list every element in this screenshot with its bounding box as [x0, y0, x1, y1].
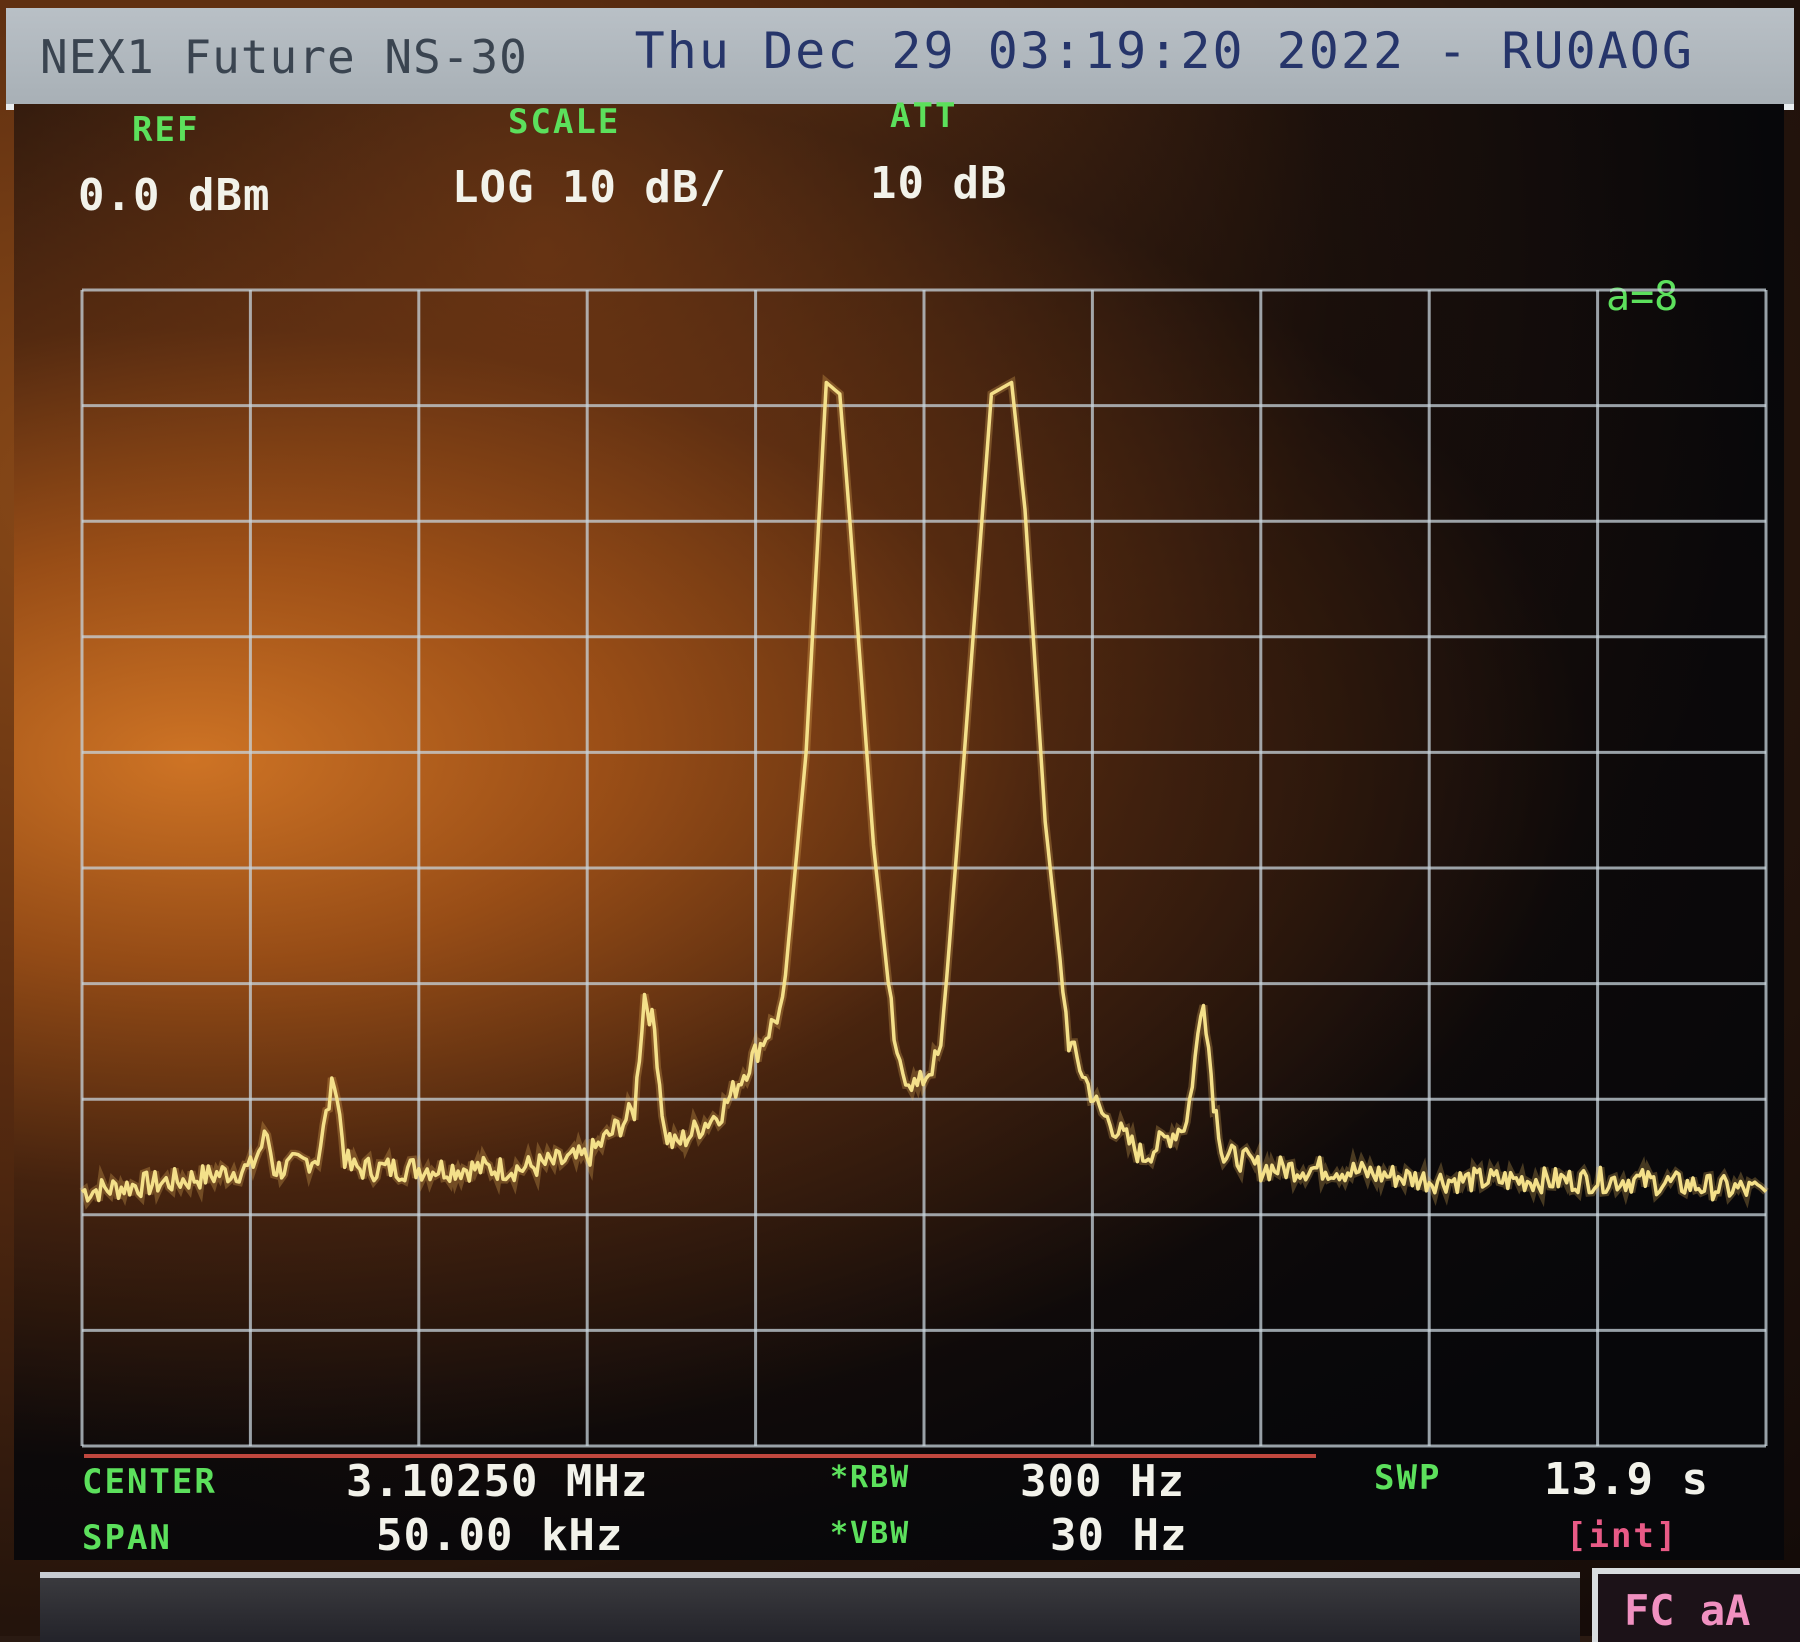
- graticule: [80, 288, 1768, 1448]
- softkey-label: FC aA: [1624, 1586, 1751, 1635]
- softkey-indicator[interactable]: FC aA: [1592, 1568, 1800, 1642]
- span-label: SPAN: [82, 1518, 172, 1558]
- center-frequency-value: 3.10250 MHz: [346, 1456, 649, 1507]
- rbw-value: 300 Hz: [1020, 1456, 1185, 1507]
- vbw-value: 30 Hz: [1050, 1510, 1188, 1561]
- span-value: 50.00 kHz: [376, 1510, 624, 1561]
- rbw-label: *RBW: [830, 1460, 911, 1495]
- softkey-strip: [40, 1572, 1580, 1642]
- sweep-time-value: 13.9 s: [1544, 1454, 1709, 1505]
- center-label: CENTER: [82, 1462, 217, 1502]
- spectrum-plot: [79, 288, 1769, 1448]
- vbw-label: *VBW: [830, 1516, 911, 1551]
- sweep-label: SWP: [1374, 1458, 1442, 1498]
- sweep-mode: [int]: [1566, 1516, 1679, 1556]
